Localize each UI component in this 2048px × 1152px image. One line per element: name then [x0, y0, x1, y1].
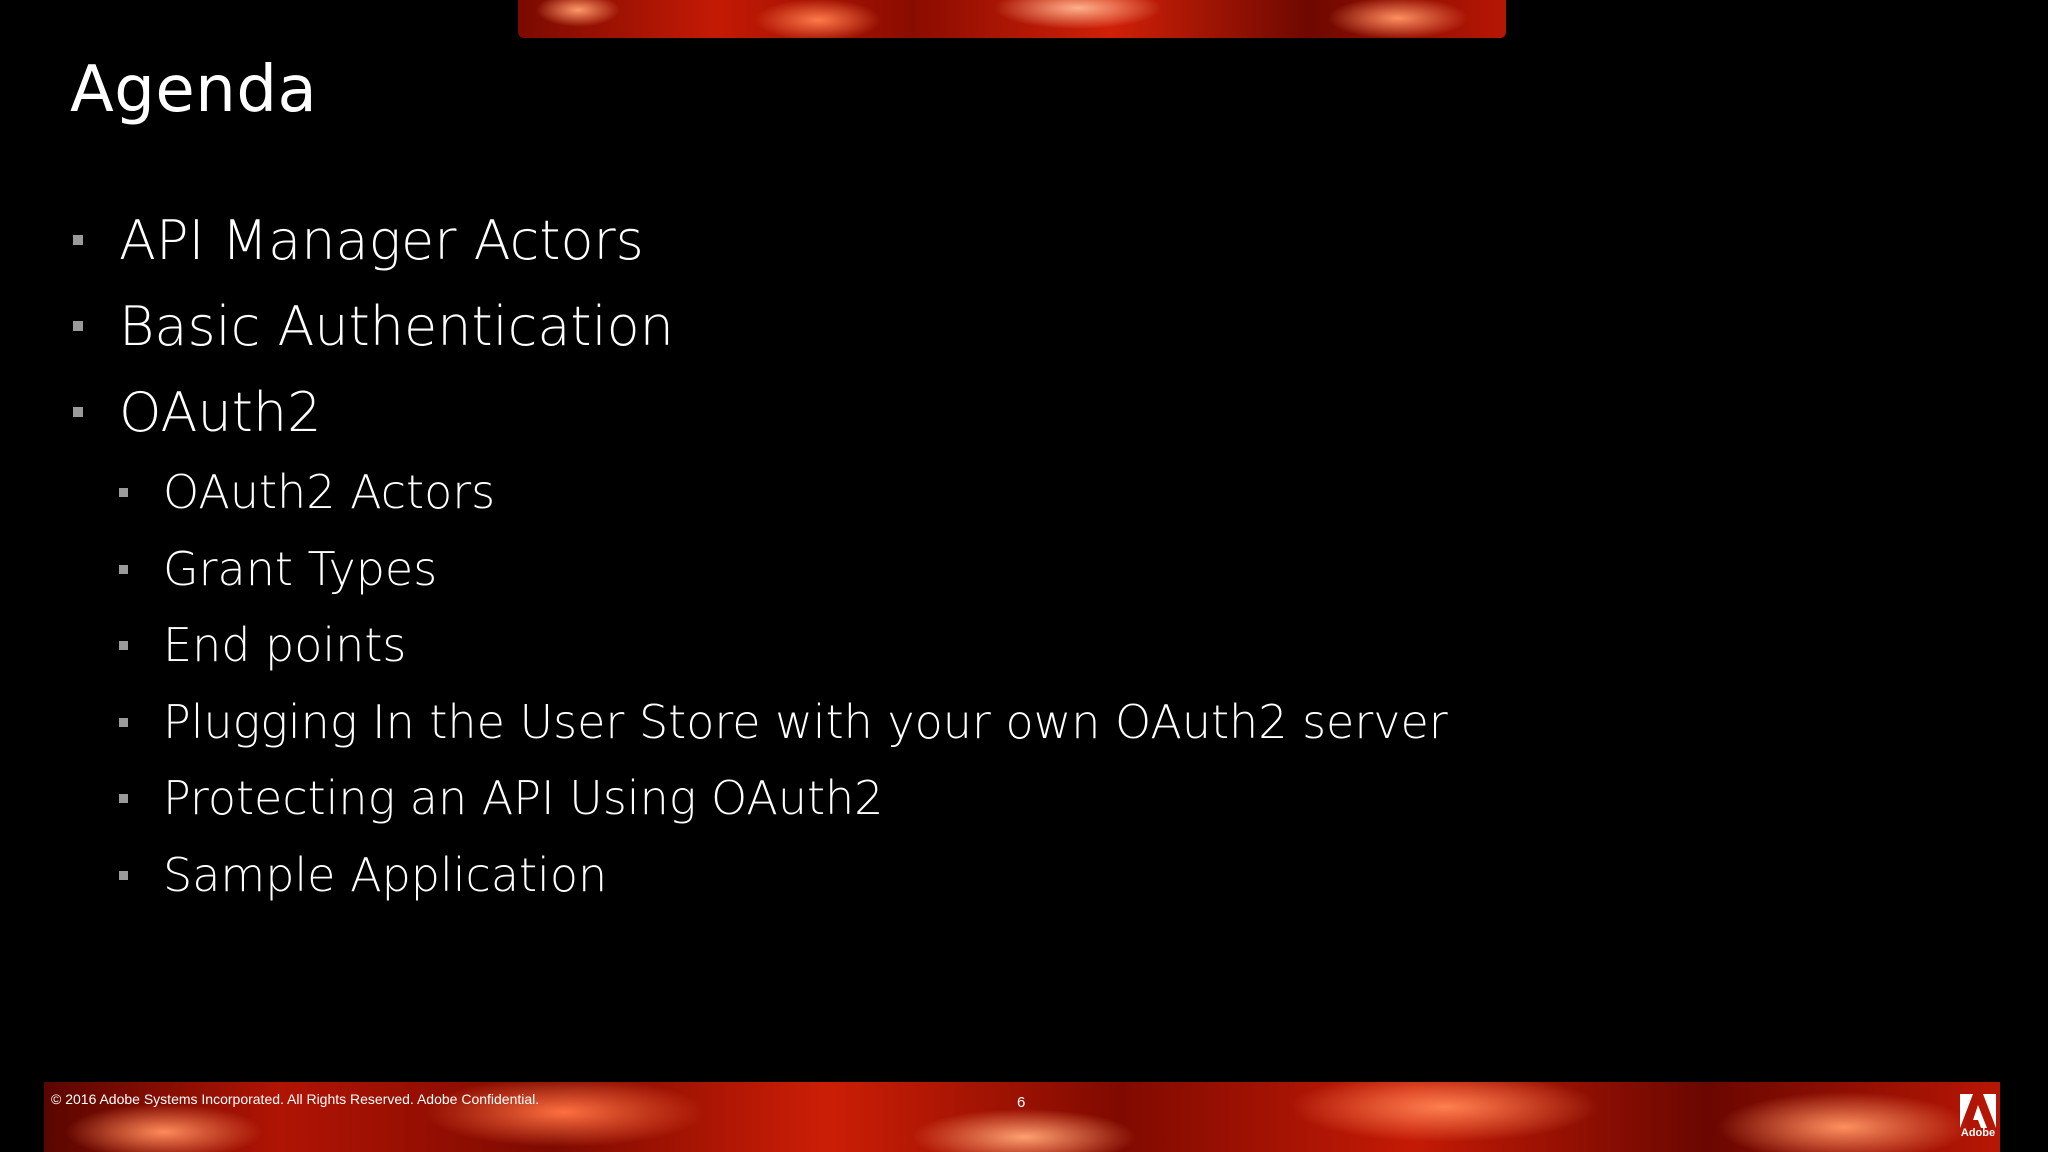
- sub-bullet-item: Grant Types: [119, 541, 437, 597]
- sub-bullet-item: Sample Application: [119, 847, 607, 903]
- bullet-text: API Manager Actors: [119, 208, 644, 272]
- bullet-marker-icon: [119, 717, 128, 727]
- top-decorative-band: [518, 0, 1506, 38]
- slide: Agenda API Manager Actors Basic Authenti…: [0, 0, 2048, 1152]
- sub-bullet-item: End points: [119, 617, 406, 673]
- bullet-item: OAuth2: [73, 380, 321, 444]
- adobe-logo-label: Adobe: [1960, 1127, 1996, 1139]
- bullet-text: Basic Authentication: [119, 294, 674, 358]
- bullet-marker-icon: [119, 487, 128, 497]
- copyright-notice: © 2016 Adobe Systems Incorporated. All R…: [51, 1091, 540, 1107]
- bullet-text: OAuth2 Actors: [163, 465, 496, 519]
- bullet-text: Grant Types: [163, 542, 438, 596]
- bullet-marker-icon: [119, 870, 128, 880]
- bullet-marker-icon: [73, 321, 83, 331]
- bullet-marker-icon: [73, 235, 83, 245]
- bullet-item: API Manager Actors: [73, 208, 644, 272]
- page-number: 6: [1017, 1094, 1026, 1111]
- bullet-marker-icon: [73, 407, 83, 417]
- bullet-marker-icon: [119, 640, 128, 650]
- bullet-text: End points: [163, 618, 407, 672]
- sub-bullet-item: Protecting an API Using OAuth2: [119, 770, 883, 826]
- sub-bullet-item: OAuth2 Actors: [119, 464, 495, 520]
- slide-title: Agenda: [70, 53, 318, 127]
- bullet-text: Protecting an API Using OAuth2: [163, 771, 884, 825]
- bullet-marker-icon: [119, 793, 128, 803]
- bullet-text: Sample Application: [163, 848, 608, 902]
- bullet-marker-icon: [119, 564, 128, 574]
- bullet-text: Plugging In the User Store with your own…: [163, 695, 1448, 749]
- bullet-text: OAuth2: [119, 380, 322, 444]
- bullet-item: Basic Authentication: [73, 294, 674, 358]
- sub-bullet-item: Plugging In the User Store with your own…: [119, 694, 1448, 750]
